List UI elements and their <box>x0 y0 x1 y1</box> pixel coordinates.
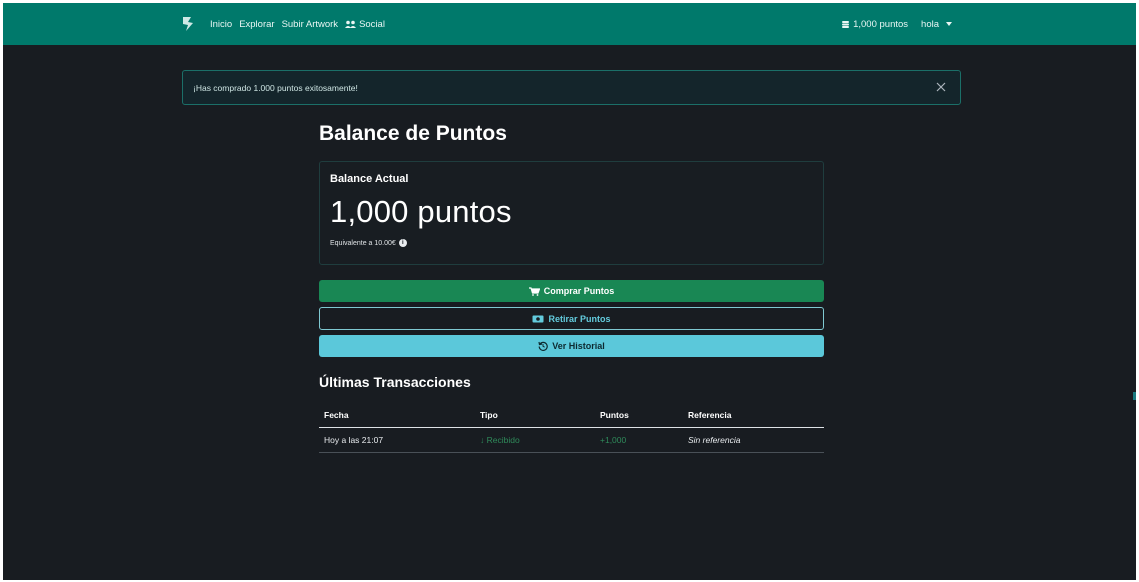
view-history-button[interactable]: Ver Historial <box>319 335 824 357</box>
nav-link-inicio[interactable]: Inicio <box>210 19 232 30</box>
cell-fecha: Hoy a las 21:07 <box>319 427 475 453</box>
table-header-row: Fecha Tipo Puntos Referencia <box>319 405 824 428</box>
user-menu-dropdown[interactable]: hola <box>921 19 952 30</box>
main-content: Balance de Puntos Balance Actual 1,000 p… <box>319 118 824 453</box>
money-bill-icon <box>532 315 544 322</box>
brand-logo-icon[interactable] <box>180 15 198 33</box>
nav-link-subir-artwork[interactable]: Subir Artwork <box>282 19 339 30</box>
close-icon[interactable] <box>934 80 948 94</box>
view-history-label: Ver Historial <box>552 341 605 351</box>
points-balance-label: 1,000 puntos <box>853 18 909 30</box>
column-header-tipo: Tipo <box>475 405 595 428</box>
points-balance-link[interactable]: 1,000 puntos <box>841 19 908 30</box>
withdraw-points-label: Retirar Puntos <box>548 313 611 324</box>
cell-puntos: +1,000 <box>595 427 683 453</box>
info-icon[interactable]: i <box>398 239 407 247</box>
caret-down-icon <box>946 22 952 26</box>
column-header-puntos: Puntos <box>595 405 683 428</box>
balance-card-label: Balance Actual <box>330 173 409 185</box>
cell-tipo-label: Recibido <box>486 435 520 445</box>
cell-tipo: ↓ Recibido <box>475 427 595 453</box>
app-window: Inicio Explorar Subir Artwork Social 1,0… <box>3 3 1136 580</box>
success-alert: ¡Has comprado 1.000 puntos exitosamente! <box>182 70 961 105</box>
nav-link-explorar[interactable]: Explorar <box>239 19 274 30</box>
users-icon <box>345 20 357 28</box>
navbar: Inicio Explorar Subir Artwork Social 1,0… <box>3 3 1136 45</box>
cell-referencia: Sin referencia <box>683 427 824 453</box>
balance-equivalent: Equivalente a 10.00€ i <box>330 239 813 247</box>
balance-card: Balance Actual 1,000 puntos Equivalente … <box>319 161 824 265</box>
user-menu-label: hola <box>921 18 939 30</box>
withdraw-points-button[interactable]: Retirar Puntos <box>319 307 824 330</box>
page-title: Balance de Puntos <box>319 122 507 145</box>
nav-link-social-label: Social <box>359 18 385 30</box>
arrow-down-icon: ↓ <box>480 435 485 445</box>
table-row: Hoy a las 21:07 ↓ Recibido +1,000 Sin re… <box>319 427 824 453</box>
transactions-heading: Últimas Transacciones <box>319 374 471 390</box>
buy-points-label: Comprar Puntos <box>543 286 615 296</box>
cart-icon <box>528 286 540 296</box>
transactions-table: Fecha Tipo Puntos Referencia Hoy a las 2… <box>319 405 824 453</box>
history-icon <box>538 341 549 351</box>
coins-icon <box>842 20 850 28</box>
alert-message: ¡Has comprado 1.000 puntos exitosamente! <box>193 82 358 93</box>
scrollbar-marker <box>1133 392 1136 400</box>
buy-points-button[interactable]: Comprar Puntos <box>319 280 824 302</box>
nav-link-social[interactable]: Social <box>345 19 385 30</box>
balance-amount: 1,000 puntos <box>330 194 512 229</box>
column-header-fecha: Fecha <box>319 405 475 428</box>
column-header-referencia: Referencia <box>683 405 824 428</box>
balance-equivalent-text: Equivalente a 10.00€ <box>330 239 396 247</box>
